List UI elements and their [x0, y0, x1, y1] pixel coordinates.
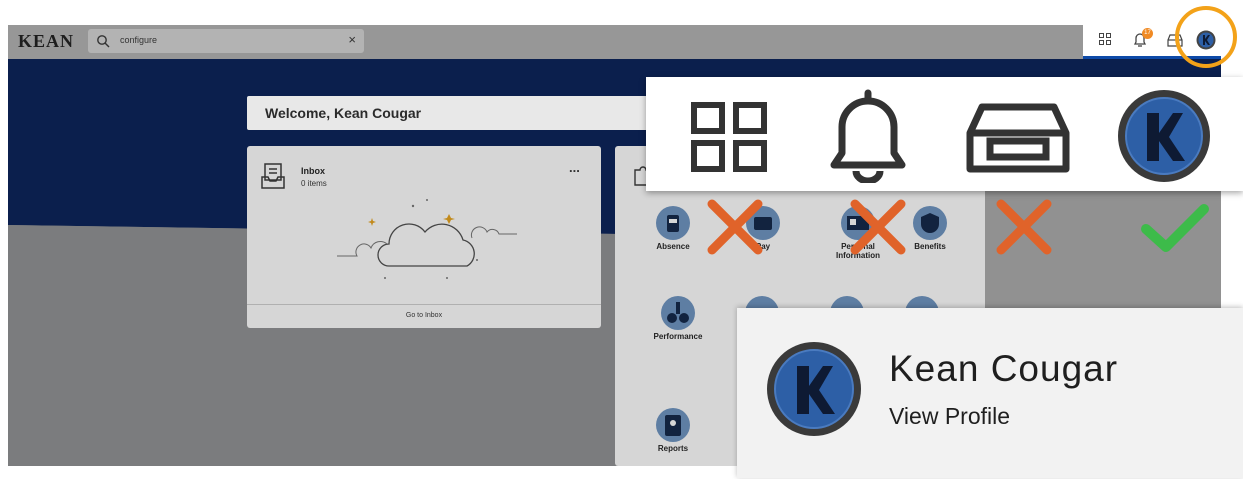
app-reports[interactable]: Reports: [643, 408, 703, 453]
wrong-x-icon: [707, 199, 763, 255]
welcome-banner: Welcome, Kean Cougar: [247, 96, 667, 130]
inbox-tray-icon: [261, 163, 285, 189]
correct-check-icon: [1141, 204, 1209, 252]
notification-count: 17: [1144, 30, 1151, 36]
kean-logo[interactable]: KEAN: [18, 31, 74, 52]
search-input[interactable]: configure ×: [88, 29, 364, 53]
tutorial-screenshot: KEAN configure × 17 Welcome, Kean Cougar: [0, 0, 1243, 479]
profile-name: Kean Cougar: [889, 348, 1119, 389]
close-icon[interactable]: ×: [348, 32, 356, 47]
wrong-x-icon: [996, 199, 1052, 255]
app-label: Reports: [657, 444, 689, 453]
bell-icon: [830, 89, 906, 183]
view-profile-link[interactable]: View Profile: [889, 403, 1010, 430]
inbox-count: 0 items: [301, 179, 327, 188]
profile-avatar-icon: [1118, 90, 1210, 182]
highlight-ring: [1175, 6, 1237, 68]
search-icon: [97, 35, 110, 48]
notification-badge: 17: [1142, 28, 1153, 39]
app-absence[interactable]: Absence: [643, 206, 703, 251]
apps-grid-icon[interactable]: [1099, 33, 1111, 45]
app-label: Benefits: [914, 242, 946, 251]
inbox-tray-icon: [966, 103, 1070, 173]
absence-icon: [656, 206, 690, 240]
top-bar: KEAN configure ×: [8, 25, 1221, 59]
apps-grid-icon: [691, 102, 767, 172]
profile-avatar-icon: [767, 342, 861, 436]
search-query: configure: [120, 35, 158, 45]
go-to-inbox-link[interactable]: Go to Inbox: [247, 312, 601, 319]
benefits-shield-icon: [913, 206, 947, 240]
inbox-card: Inbox 0 items ... Go to Inbox: [247, 146, 601, 328]
inbox-menu-button[interactable]: ...: [569, 160, 580, 175]
profile-popup: Kean Cougar View Profile: [737, 308, 1243, 478]
app-performance[interactable]: Performance: [643, 296, 713, 341]
app-label: Performance: [653, 332, 703, 341]
app-label: Absence: [656, 242, 690, 251]
wrong-x-icon: [850, 199, 906, 255]
performance-icon: [661, 296, 695, 330]
app-benefits[interactable]: Benefits: [900, 206, 960, 251]
zoomed-header-icons: [646, 77, 1243, 191]
card-divider: [247, 304, 601, 305]
empty-cloud-illustration: [337, 199, 517, 279]
inbox-title: Inbox: [301, 166, 325, 176]
reports-clipboard-icon: [656, 408, 690, 442]
welcome-text: Welcome, Kean Cougar: [265, 105, 422, 121]
